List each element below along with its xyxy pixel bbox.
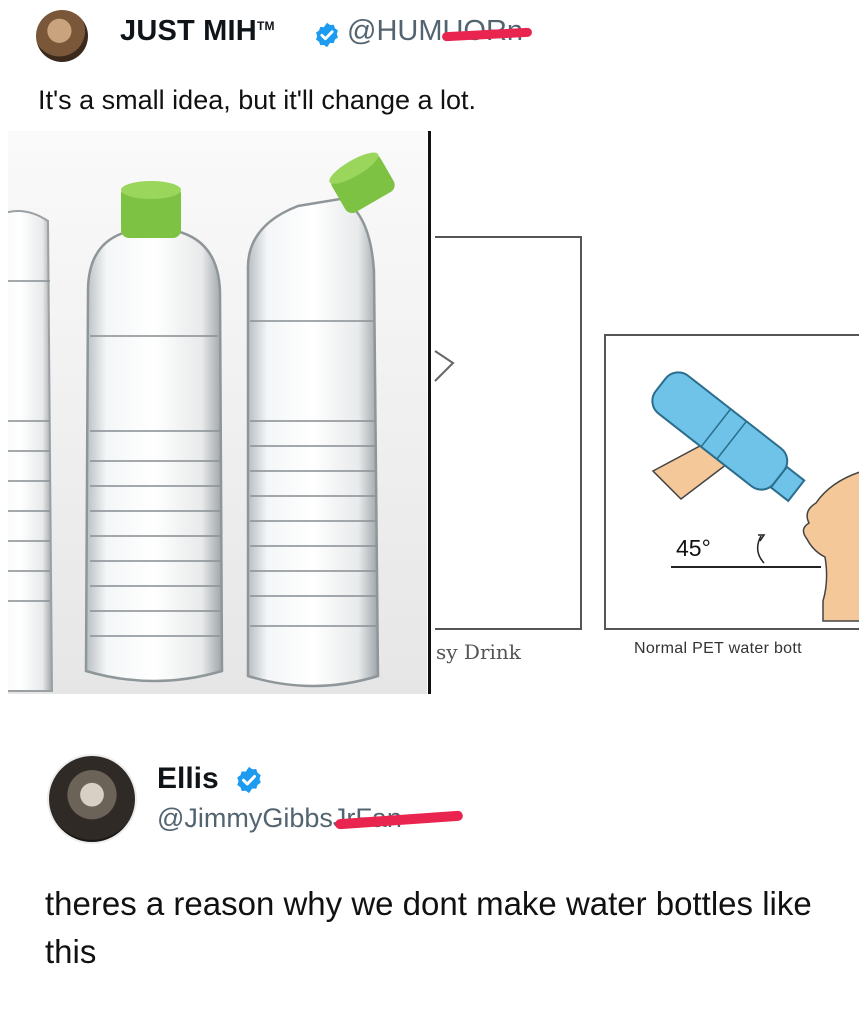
avatar[interactable] [36,10,88,62]
water-bottles-image [8,152,395,692]
verified-badge-icon [316,22,338,48]
reply-verified-badge-icon [237,766,261,794]
display-name[interactable]: JUST MIHTM [120,15,275,48]
angle-label: 45° [676,535,711,561]
bottle-photo [8,131,427,694]
reply-avatar[interactable] [47,754,137,844]
reply-display-name[interactable]: Ellis [157,762,219,796]
pouring-diagram [431,131,859,694]
diagram-caption-right: Normal PET water bott [634,640,802,657]
post-text: It's a small idea, but it'll change a lo… [38,85,477,115]
drinking-angle-diagram [434,236,859,630]
diagram-caption-left: sy Drink [436,640,521,664]
trademark-symbol: TM [256,19,275,33]
reply-text: theres a reason why we dont make water b… [45,885,812,970]
